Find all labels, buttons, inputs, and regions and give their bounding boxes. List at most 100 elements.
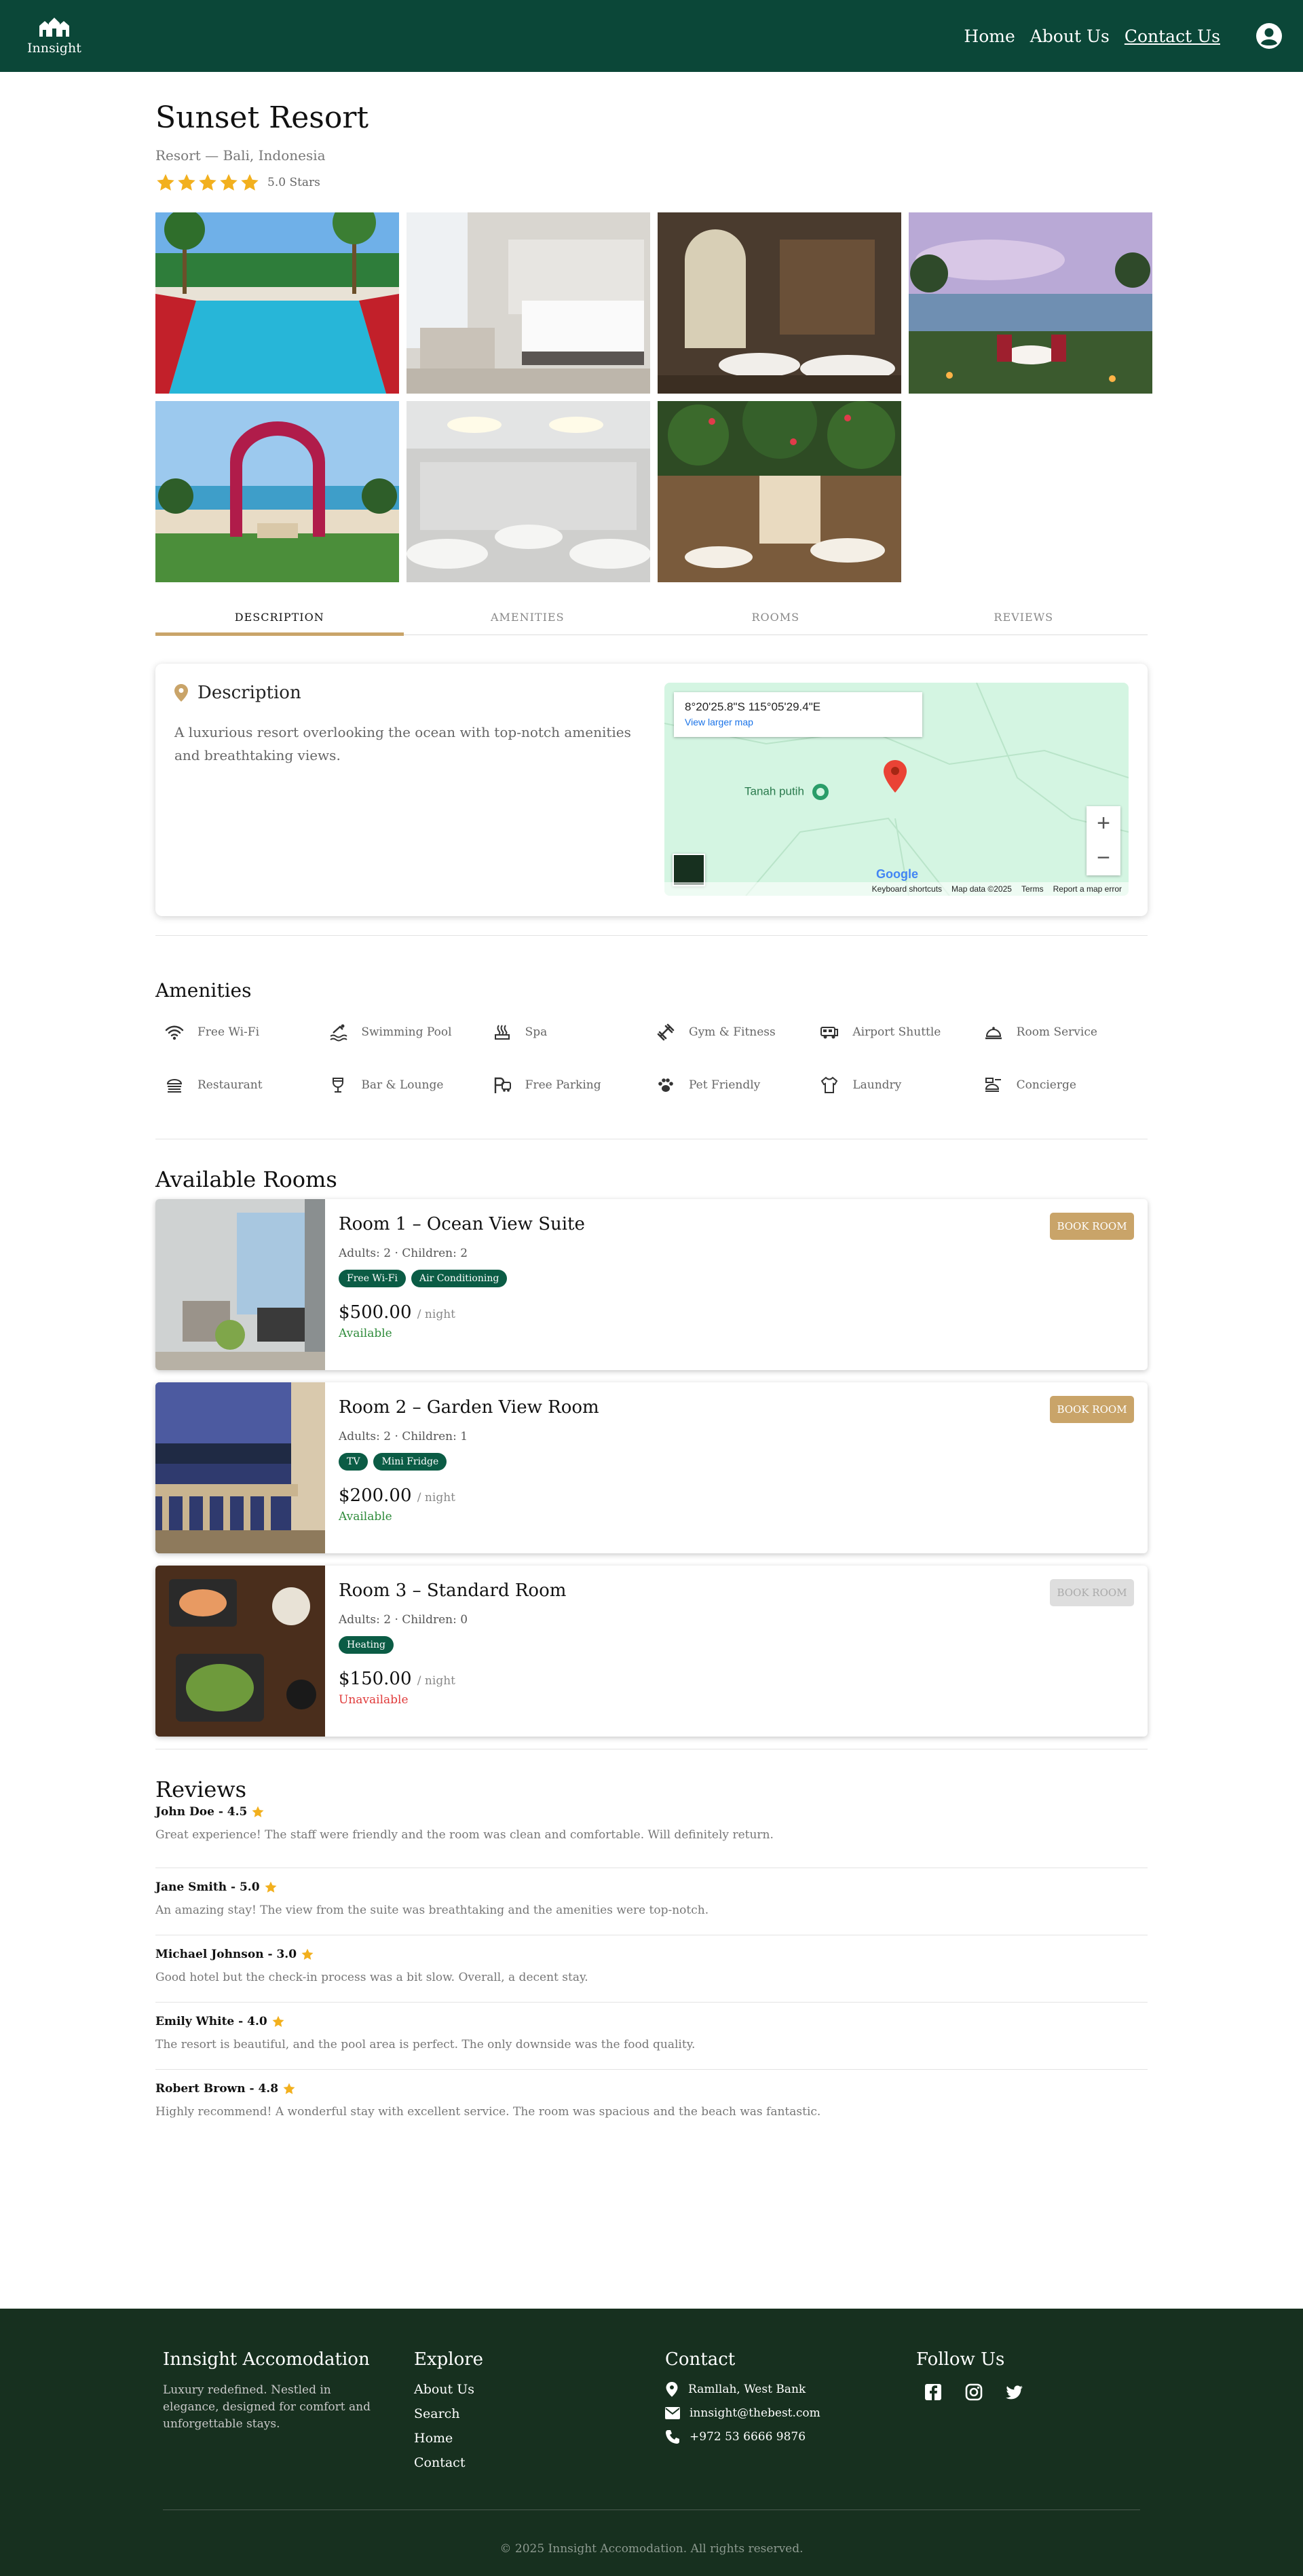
amenity-item: Concierge xyxy=(984,1075,1148,1095)
instagram-icon[interactable] xyxy=(964,2382,984,2402)
footer-contact: Contact Ramllah, West Bank innsight@theb… xyxy=(665,2349,916,2480)
map-report-error-link[interactable]: Report a map error xyxy=(1053,884,1122,894)
footer-follow: Follow Us xyxy=(916,2349,1167,2480)
nav-link-contact[interactable]: Contact Us xyxy=(1125,26,1220,46)
gallery-photo-beach-arch[interactable] xyxy=(155,401,399,582)
star-icon xyxy=(272,2015,284,2027)
parking-icon xyxy=(494,1077,511,1093)
amenity-item: Airport Shuttle xyxy=(820,1022,983,1042)
feature-chip: Mini Fridge xyxy=(373,1453,447,1471)
footer-link-about[interactable]: About Us xyxy=(414,2382,665,2397)
feature-chip: Free Wi-Fi xyxy=(339,1270,406,1287)
room-card: Room 1 – Ocean View Suite Adults: 2 · Ch… xyxy=(155,1199,1148,1370)
map-coordinates-box: 8°20'25.8"S 115°05'29.4"E View larger ma… xyxy=(674,692,922,737)
rooms-section: Available Rooms Room 1 – Ocean View Suit… xyxy=(155,1167,1148,1737)
hotel-logo-icon xyxy=(39,18,69,37)
nav-link-about[interactable]: About Us xyxy=(1030,26,1110,46)
room-occupancy: Adults: 2 · Children: 0 xyxy=(339,1613,468,1627)
room-price: $500.00 / night xyxy=(339,1302,455,1323)
amenity-item: Spa xyxy=(493,1022,656,1042)
pool-icon xyxy=(330,1024,347,1042)
star-icon xyxy=(265,1881,277,1893)
gallery-photo-pool[interactable] xyxy=(155,212,399,394)
amenity-item: Pet Friendly xyxy=(656,1075,820,1095)
star-icon xyxy=(157,174,174,191)
gallery-photo-seaside-dinner[interactable] xyxy=(909,212,1152,394)
map-terms-link[interactable]: Terms xyxy=(1021,884,1044,894)
nav-link-home[interactable]: Home xyxy=(964,26,1015,46)
room-photo xyxy=(155,1199,325,1370)
review-text: The resort is beautiful, and the pool ar… xyxy=(155,2038,696,2051)
amenity-item: Free Parking xyxy=(493,1075,656,1095)
amenity-item: Restaurant xyxy=(165,1075,328,1095)
wifi-icon xyxy=(165,1025,184,1040)
room-features: TV Mini Fridge xyxy=(339,1453,599,1471)
park-marker-icon xyxy=(812,784,829,800)
room-name: Room 1 – Ocean View Suite xyxy=(339,1214,585,1234)
google-logo: Google xyxy=(876,867,918,881)
footer-link-search[interactable]: Search xyxy=(414,2406,665,2421)
feature-chip: Heating xyxy=(339,1636,394,1654)
footer-link-contact[interactable]: Contact xyxy=(414,2455,665,2470)
facebook-icon[interactable] xyxy=(923,2382,943,2402)
hotel-location: Resort — Bali, Indonesia xyxy=(155,147,326,164)
gallery-photo-dining-hall[interactable] xyxy=(658,212,901,394)
gallery-photo-garden-restaurant[interactable] xyxy=(658,401,901,582)
email-icon xyxy=(665,2407,680,2419)
room-photo xyxy=(155,1382,325,1553)
map-footer: Keyboard shortcuts Map data ©2025 Terms … xyxy=(664,882,1129,896)
feature-chip: Air Conditioning xyxy=(411,1270,508,1287)
footer-link-home[interactable]: Home xyxy=(414,2431,665,2446)
map-keyboard-shortcuts[interactable]: Keyboard shortcuts xyxy=(872,884,942,894)
footer-about: Innsight Accomodation Luxury redefined. … xyxy=(163,2349,414,2480)
reviews-section: Reviews John Doe - 4.5 Great experience!… xyxy=(155,1777,1148,2137)
review-author: Michael Johnson - 3.0 xyxy=(155,1948,1148,1961)
zoom-in-button[interactable]: + xyxy=(1087,806,1120,841)
hotel-name: Sunset Resort xyxy=(155,100,369,135)
map-pin-icon[interactable] xyxy=(884,760,907,793)
location-map[interactable]: 8°20'25.8"S 115°05'29.4"E View larger ma… xyxy=(664,683,1129,896)
map-layer-toggle[interactable] xyxy=(673,854,705,886)
site-footer: Innsight Accomodation Luxury redefined. … xyxy=(0,2309,1303,2576)
review-author: John Doe - 4.5 xyxy=(155,1805,1148,1819)
view-larger-map-link[interactable]: View larger map xyxy=(685,717,911,727)
tab-description[interactable]: DESCRIPTION xyxy=(155,608,404,636)
footer-phone[interactable]: +972 53 6666 9876 xyxy=(665,2429,916,2444)
tab-rooms[interactable]: ROOMS xyxy=(652,608,900,634)
hotel-details: Sunset Resort Resort — Bali, Indonesia 5… xyxy=(155,100,1152,2137)
room-info: Room 3 – Standard Room Adults: 2 · Child… xyxy=(325,1566,580,1737)
gallery-photo-ballroom[interactable] xyxy=(407,401,650,582)
footer-about-title: Innsight Accomodation xyxy=(163,2349,370,2370)
book-room-button[interactable]: BOOK ROOM xyxy=(1050,1396,1134,1423)
room-name: Room 3 – Standard Room xyxy=(339,1580,567,1601)
review-item: Jane Smith - 5.0 An amazing stay! The vi… xyxy=(155,1868,1148,1935)
book-room-button[interactable]: BOOK ROOM xyxy=(1050,1213,1134,1240)
laundry-icon xyxy=(821,1076,838,1093)
brand-logo[interactable]: Innsight xyxy=(27,16,81,56)
amenity-item: Swimming Pool xyxy=(328,1022,492,1042)
map-place-label: Tanah putih xyxy=(744,783,829,801)
review-item: Michael Johnson - 3.0 Good hotel but the… xyxy=(155,1935,1148,2003)
zoom-out-button[interactable]: − xyxy=(1087,841,1120,875)
reviews-heading: Reviews xyxy=(155,1777,247,1802)
tab-reviews[interactable]: REVIEWS xyxy=(900,608,1148,634)
amenity-item: Room Service xyxy=(984,1022,1148,1042)
social-links xyxy=(916,2382,1167,2402)
review-author: Robert Brown - 4.8 xyxy=(155,2082,1148,2096)
user-account-icon[interactable] xyxy=(1255,22,1283,50)
footer-explore-title: Explore xyxy=(414,2349,484,2370)
twitter-icon[interactable] xyxy=(1004,2382,1025,2402)
tab-amenities[interactable]: AMENITIES xyxy=(404,608,652,634)
star-icon xyxy=(241,174,259,191)
review-author: Jane Smith - 5.0 xyxy=(155,1880,1148,1894)
room-price: $150.00 / night xyxy=(339,1669,455,1689)
room-status: Unavailable xyxy=(339,1693,409,1707)
restaurant-icon xyxy=(166,1079,183,1093)
book-room-button[interactable]: BOOK ROOM xyxy=(1050,1579,1134,1606)
feature-chip: TV xyxy=(339,1453,369,1471)
footer-about-text: Luxury redefined. Nestled in elegance, d… xyxy=(163,2383,371,2431)
star-icon xyxy=(220,174,238,191)
footer-email[interactable]: innsight@thebest.com xyxy=(665,2406,916,2420)
gallery-photo-bedroom[interactable] xyxy=(407,212,650,394)
amenities-heading: Amenities xyxy=(155,979,252,1002)
